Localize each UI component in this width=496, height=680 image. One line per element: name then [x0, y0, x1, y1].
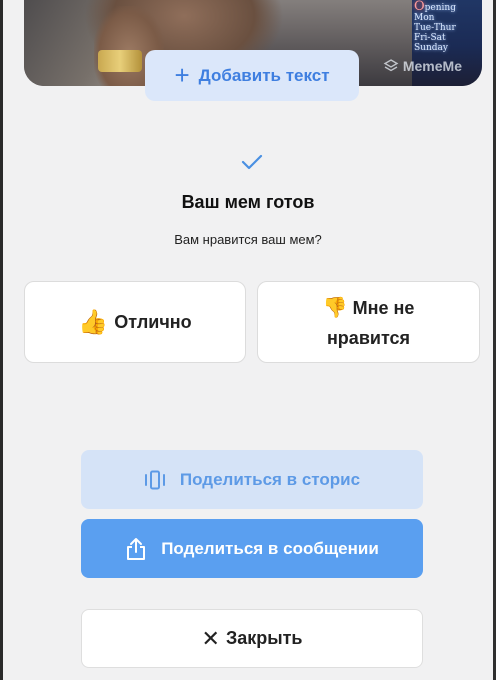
share-icon [127, 537, 146, 560]
wristwatch [98, 50, 142, 72]
page-title: Ваш мем готов [181, 192, 315, 212]
close-icon: ✕ [201, 625, 220, 651]
left-edge [0, 0, 3, 680]
dislike-button[interactable]: 👎 Мне не нравится [257, 281, 480, 363]
share-stories-button[interactable]: Поделиться в сторис [81, 450, 423, 509]
watermark: MemeMe [383, 58, 462, 74]
layers-icon [383, 59, 399, 72]
thumbs-down-icon: 👎 [322, 294, 348, 319]
plus-icon: + [174, 59, 190, 90]
close-button[interactable]: ✕ Закрыть [81, 609, 423, 668]
add-text-button[interactable]: + Добавить текст [145, 50, 359, 101]
stories-icon [144, 470, 165, 489]
share-message-button[interactable]: Поделиться в сообщении [81, 519, 423, 578]
like-button[interactable]: 👍 Отлично [24, 281, 246, 363]
checkmark-icon [241, 154, 263, 170]
thumbs-up-icon: 👍 [78, 308, 109, 336]
rating-question: Вам нравится ваш мем? [174, 232, 322, 247]
